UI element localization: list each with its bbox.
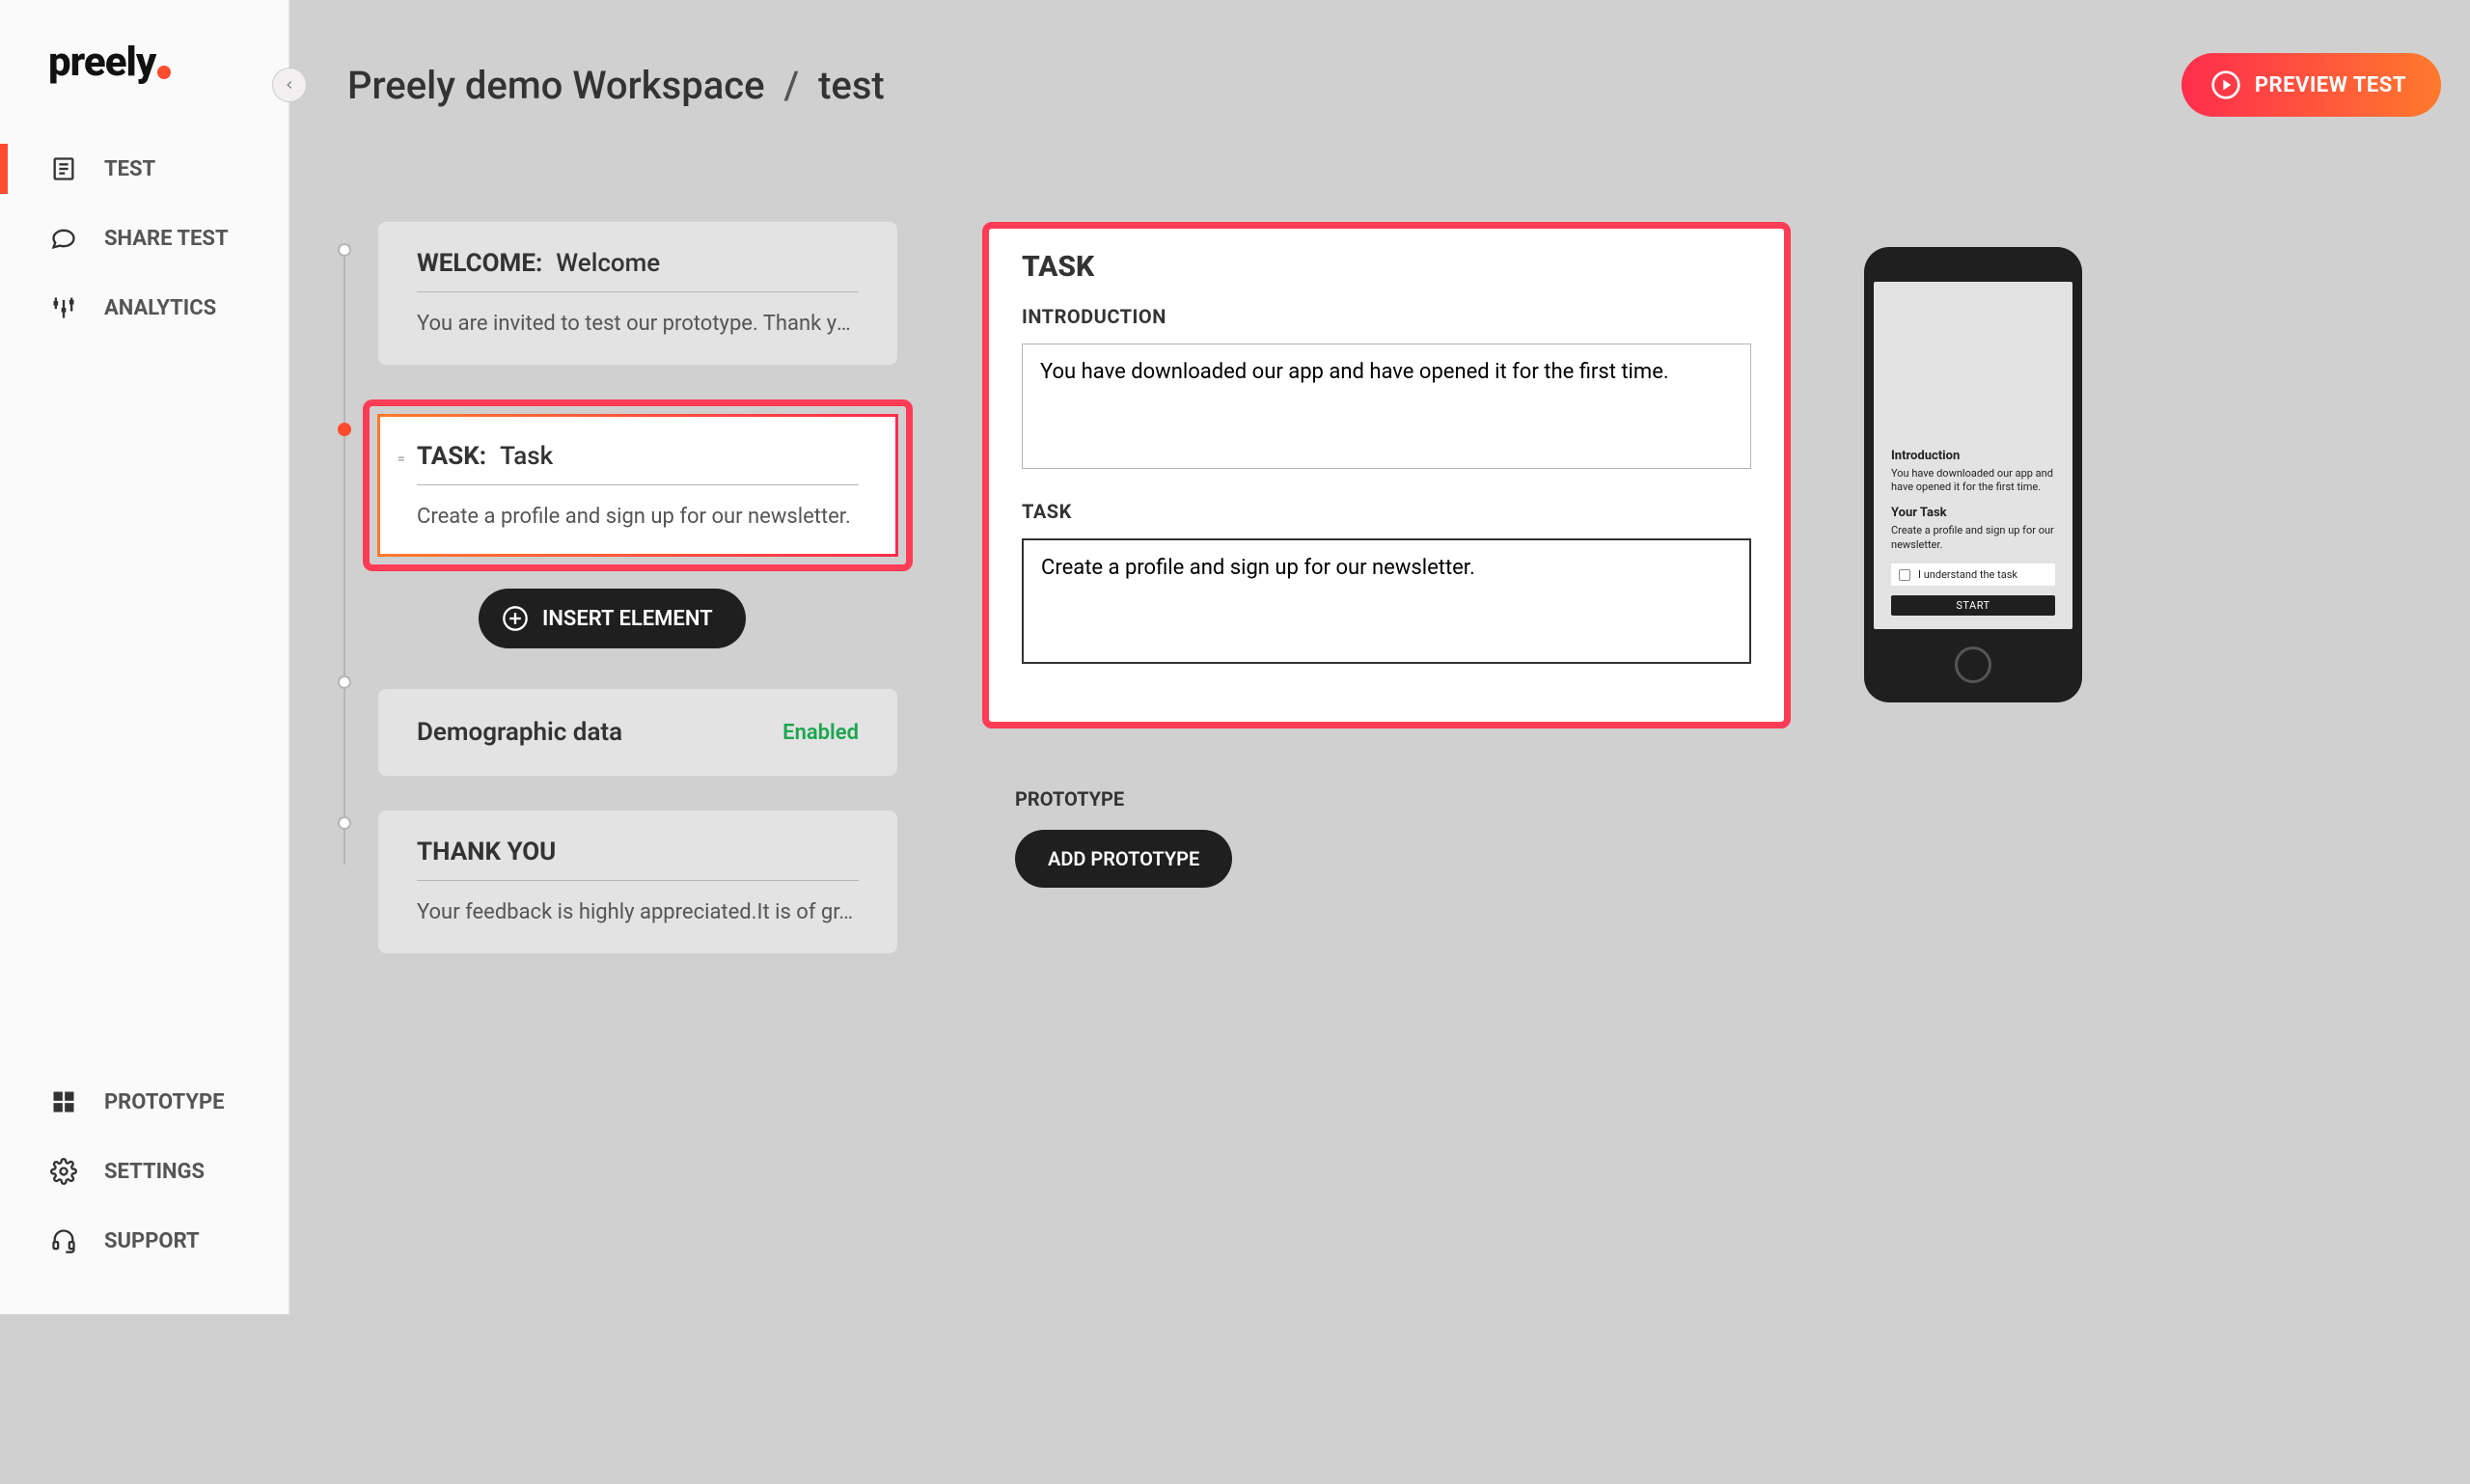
chat-icon [50, 225, 77, 252]
document-icon [50, 155, 77, 182]
insert-label: INSERT ELEMENT [542, 607, 713, 631]
sidebar-item-analytics[interactable]: ANALYTICS [0, 273, 288, 343]
brand-text: preely [48, 39, 155, 86]
nav-bottom: PROTOTYPE SETTINGS SUPPORT [0, 1067, 288, 1276]
task-editor-panel: TASK INTRODUCTION TASK [982, 222, 1791, 728]
gear-icon [50, 1158, 77, 1185]
card-type: WELCOME: [417, 249, 542, 278]
flow-card-demographic[interactable]: Demographic data Enabled [378, 689, 897, 776]
phone-intro-text: You have downloaded our app and have ope… [1891, 467, 2055, 495]
prototype-label: PROTOTYPE [1015, 787, 1758, 811]
card-sub: You are invited to test our prototype. T… [417, 292, 859, 336]
preview-test-button[interactable]: PREVIEW TEST [2182, 53, 2441, 117]
sidebar-item-support[interactable]: SUPPORT [0, 1206, 288, 1276]
flow-card-task-highlight: = TASK: Task Create a profile and sign u… [363, 399, 913, 571]
prototype-section: PROTOTYPE ADD PROTOTYPE [1015, 787, 1758, 888]
header: Preely demo Workspace / test PREVIEW TES… [289, 0, 2470, 170]
play-circle-icon [2210, 69, 2241, 100]
sidebar-item-settings[interactable]: SETTINGS [0, 1137, 288, 1206]
breadcrumb-current: test [818, 63, 885, 108]
card-type: TASK: [417, 442, 486, 471]
flow-dot [338, 675, 351, 689]
phone-preview: Introduction You have downloaded our app… [1864, 247, 2082, 702]
status-badge: Enabled [782, 721, 859, 745]
intro-label: INTRODUCTION [1022, 305, 1751, 328]
card-name: Task [500, 442, 553, 471]
headset-icon [50, 1227, 77, 1254]
phone-start-label: START [1956, 599, 1990, 612]
sidebar-item-prototype[interactable]: PROTOTYPE [0, 1067, 288, 1137]
chevron-left-icon [283, 78, 296, 92]
sidebar-label: TEST [104, 157, 155, 181]
card-type: Demographic data [417, 718, 622, 747]
phone-screen: Introduction You have downloaded our app… [1874, 282, 2072, 629]
breadcrumb-sep: / [784, 63, 800, 108]
add-prototype-label: ADD PROTOTYPE [1048, 847, 1199, 870]
brand-dot-icon [157, 66, 171, 79]
phone-start-button[interactable]: START [1891, 595, 2055, 616]
card-sub: Your feedback is highly appreciated.It i… [417, 881, 859, 924]
sidebar-label: SUPPORT [104, 1229, 200, 1253]
phone-task-heading: Your Task [1891, 506, 2055, 520]
plus-circle-icon [502, 605, 529, 632]
task-label: TASK [1022, 500, 1751, 523]
analytics-icon [50, 294, 77, 321]
phone-home-button-icon [1955, 646, 1991, 683]
task-textarea[interactable] [1022, 538, 1751, 664]
preview-label: PREVIEW TEST [2255, 73, 2406, 97]
phone-task-text: Create a profile and sign up for our new… [1891, 524, 2055, 552]
flow-dot [338, 816, 351, 830]
flow-card-thankyou[interactable]: THANK YOU Your feedback is highly apprec… [378, 811, 897, 953]
intro-textarea[interactable] [1022, 344, 1751, 469]
brand-logo: preely [0, 39, 288, 134]
sidebar-label: PROTOTYPE [104, 1090, 225, 1114]
checkbox-icon [1899, 569, 1910, 581]
add-prototype-button[interactable]: ADD PROTOTYPE [1015, 830, 1232, 888]
phone-understand-checkbox[interactable]: I understand the task [1891, 563, 2055, 586]
flow-dot [338, 243, 351, 257]
canvas: WELCOME: Welcome You are invited to test… [289, 170, 2470, 1484]
sidebar-label: SETTINGS [104, 1160, 205, 1184]
breadcrumb: Preely demo Workspace / test [347, 63, 885, 108]
flow-column: WELCOME: Welcome You are invited to test… [334, 222, 913, 988]
sidebar-label: SHARE TEST [104, 227, 229, 251]
flow-card-welcome[interactable]: WELCOME: Welcome You are invited to test… [378, 222, 897, 365]
grid-icon [50, 1088, 77, 1115]
insert-element-button[interactable]: INSERT ELEMENT [479, 589, 746, 648]
nav-top: TEST SHARE TEST ANALYTICS [0, 134, 288, 343]
back-button[interactable] [272, 68, 307, 102]
sidebar-item-share[interactable]: SHARE TEST [0, 204, 288, 273]
card-type: THANK YOU [417, 838, 556, 866]
card-sub: Create a profile and sign up for our new… [417, 485, 859, 529]
sidebar: preely TEST SHARE TEST ANALYTICS PROTOTY… [0, 0, 289, 1314]
phone-intro-heading: Introduction [1891, 449, 2055, 463]
sidebar-label: ANALYTICS [104, 296, 216, 320]
editor-heading: TASK [1022, 250, 1751, 284]
flow-line [343, 247, 345, 865]
sidebar-item-test[interactable]: TEST [0, 134, 288, 204]
drag-handle-icon[interactable]: = [398, 452, 411, 467]
breadcrumb-workspace[interactable]: Preely demo Workspace [347, 63, 765, 108]
card-name: Welcome [556, 249, 660, 278]
flow-dot-active [338, 423, 351, 436]
flow-card-task[interactable]: = TASK: Task Create a profile and sign u… [377, 414, 898, 557]
phone-understand-label: I understand the task [1918, 568, 2017, 581]
